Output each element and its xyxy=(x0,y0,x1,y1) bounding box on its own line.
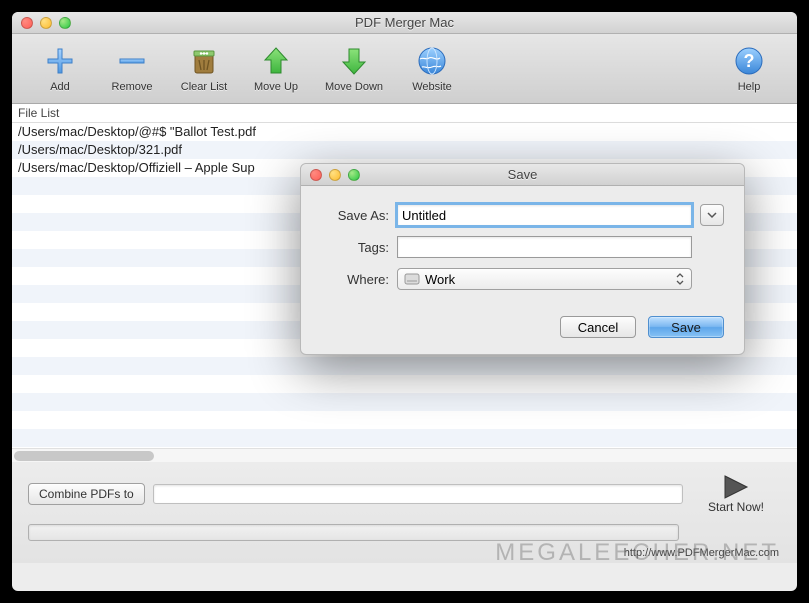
list-item[interactable]: /Users/mac/Desktop/321.pdf xyxy=(12,141,797,159)
updown-arrows-icon xyxy=(673,271,687,287)
disk-icon xyxy=(404,271,420,287)
bottom-panel: Combine PDFs to Start Now! http://www.PD… xyxy=(12,462,797,563)
where-popup[interactable]: Work xyxy=(397,268,692,290)
move-down-button[interactable]: Move Down xyxy=(312,39,396,99)
help-icon: ? xyxy=(733,45,765,77)
save-dialog: Save Save As: Tags: Where: Work xyxy=(300,163,745,355)
start-now-button[interactable]: Start Now! xyxy=(691,474,781,514)
filelist-header: File List xyxy=(12,104,797,123)
save-as-label: Save As: xyxy=(321,208,389,223)
website-button[interactable]: Website xyxy=(396,39,468,99)
dialog-title: Save xyxy=(301,167,744,182)
window-title: PDF Merger Mac xyxy=(12,15,797,30)
list-item[interactable] xyxy=(12,393,797,411)
dialog-zoom-button[interactable] xyxy=(348,169,360,181)
dialog-titlebar[interactable]: Save xyxy=(301,164,744,186)
output-path-field[interactable] xyxy=(153,484,683,504)
save-button[interactable]: Save xyxy=(648,316,724,338)
horizontal-scrollbar[interactable] xyxy=(12,448,797,462)
toolbar: Add Remove Clear List Move Up Move Down xyxy=(12,34,797,104)
scrollbar-thumb[interactable] xyxy=(14,451,154,461)
tags-label: Tags: xyxy=(321,240,389,255)
dialog-close-button[interactable] xyxy=(310,169,322,181)
arrow-up-icon xyxy=(260,45,292,77)
expand-save-panel-button[interactable] xyxy=(700,204,724,226)
list-item[interactable] xyxy=(12,429,797,447)
titlebar[interactable]: PDF Merger Mac xyxy=(12,12,797,34)
plus-icon xyxy=(44,45,76,77)
dialog-minimize-button[interactable] xyxy=(329,169,341,181)
chevron-down-icon xyxy=(707,211,717,219)
footer-url[interactable]: http://www.PDFMergerMac.com xyxy=(28,547,781,559)
list-item[interactable] xyxy=(12,411,797,429)
zoom-window-button[interactable] xyxy=(59,17,71,29)
list-item[interactable]: /Users/mac/Desktop/@#$ "Ballot Test.pdf xyxy=(12,123,797,141)
save-as-input[interactable] xyxy=(397,204,692,226)
cancel-button[interactable]: Cancel xyxy=(560,316,636,338)
traffic-lights xyxy=(21,17,71,29)
add-button[interactable]: Add xyxy=(24,39,96,99)
list-item[interactable] xyxy=(12,375,797,393)
arrow-down-icon xyxy=(338,45,370,77)
play-icon xyxy=(722,474,750,500)
svg-text:?: ? xyxy=(744,51,755,71)
trash-icon xyxy=(188,45,220,77)
globe-icon xyxy=(416,45,448,77)
where-value: Work xyxy=(425,272,455,287)
help-button[interactable]: ? Help xyxy=(713,39,785,99)
progress-bar xyxy=(28,524,679,541)
list-item[interactable] xyxy=(12,357,797,375)
dialog-traffic-lights xyxy=(310,169,360,181)
tags-input[interactable] xyxy=(397,236,692,258)
close-window-button[interactable] xyxy=(21,17,33,29)
minus-icon xyxy=(116,45,148,77)
clear-list-button[interactable]: Clear List xyxy=(168,39,240,99)
remove-button[interactable]: Remove xyxy=(96,39,168,99)
minimize-window-button[interactable] xyxy=(40,17,52,29)
where-label: Where: xyxy=(321,272,389,287)
combine-pdfs-button[interactable]: Combine PDFs to xyxy=(28,483,145,505)
move-up-button[interactable]: Move Up xyxy=(240,39,312,99)
